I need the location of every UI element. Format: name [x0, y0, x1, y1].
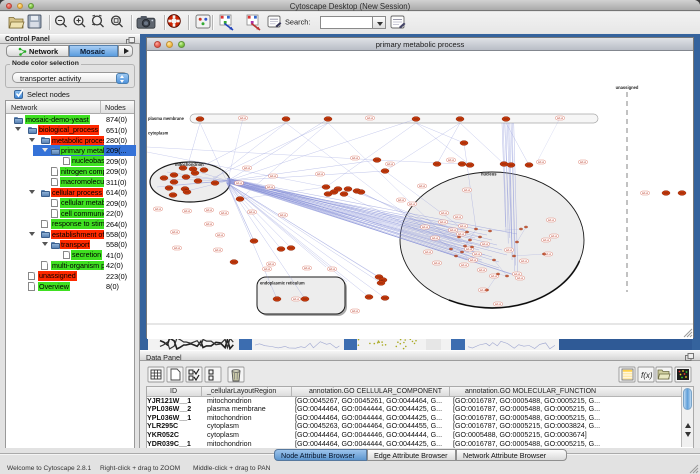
svg-text:unassigned: unassigned: [616, 85, 639, 90]
svg-text:lab.el: lab.el: [352, 156, 359, 160]
svg-text:lab.el: lab.el: [249, 210, 256, 214]
svg-text:lab.el: lab.el: [450, 228, 457, 232]
svg-text:lab.el: lab.el: [514, 272, 521, 276]
svg-text:f(x): f(x): [641, 371, 653, 380]
svg-text:lab.el: lab.el: [448, 158, 455, 162]
svg-text:lab.el: lab.el: [642, 191, 649, 195]
svg-text:lab.el: lab.el: [441, 211, 448, 215]
svg-text:lab.el: lab.el: [317, 172, 324, 176]
svg-text:lab.el: lab.el: [482, 242, 489, 246]
svg-text:lab.el: lab.el: [184, 209, 191, 213]
svg-text:mitochondrion: mitochondrion: [175, 162, 204, 167]
svg-text:lab.el: lab.el: [398, 198, 405, 202]
svg-text:lab.el: lab.el: [479, 268, 486, 272]
svg-text:lab.el: lab.el: [174, 246, 181, 250]
svg-text:lab.el: lab.el: [304, 266, 311, 270]
svg-text:cytoplasm: cytoplasm: [148, 131, 169, 136]
svg-text:lab.el: lab.el: [419, 184, 426, 188]
svg-text:lab.el: lab.el: [264, 267, 271, 271]
svg-text:lab.el: lab.el: [409, 202, 416, 206]
svg-text:lab.el: lab.el: [543, 238, 550, 242]
svg-text:lab.el: lab.el: [352, 309, 359, 313]
svg-text:lab.el: lab.el: [548, 218, 555, 222]
svg-text:lab.el: lab.el: [240, 116, 247, 120]
svg-text:lab.el: lab.el: [474, 252, 481, 256]
svg-text:lab.el: lab.el: [440, 220, 447, 224]
svg-text:lab.el: lab.el: [425, 250, 432, 254]
svg-text:lab.el: lab.el: [215, 248, 222, 252]
svg-text:lab.el: lab.el: [329, 267, 336, 271]
svg-text:lab.el: lab.el: [293, 297, 300, 301]
svg-text:lab.el: lab.el: [236, 181, 243, 185]
svg-text:lab.el: lab.el: [206, 208, 213, 212]
svg-text:lab.el: lab.el: [221, 211, 228, 215]
svg-text:lab.el: lab.el: [280, 213, 287, 217]
svg-text:lab.el: lab.el: [387, 162, 394, 166]
svg-text:lab.el: lab.el: [470, 258, 477, 262]
svg-text:lab.el: lab.el: [517, 276, 524, 280]
svg-text:lab.el: lab.el: [580, 160, 587, 164]
svg-text:lab.el: lab.el: [367, 116, 374, 120]
svg-text:lab.el: lab.el: [506, 248, 513, 252]
svg-text:lab.el: lab.el: [538, 160, 545, 164]
svg-text:lab.el: lab.el: [268, 262, 275, 266]
svg-text:lab.el: lab.el: [551, 234, 558, 238]
svg-text:nucleus: nucleus: [481, 172, 497, 177]
svg-text:lab.el: lab.el: [432, 236, 439, 240]
svg-text:lab.el: lab.el: [455, 215, 462, 219]
svg-text:Search:: Search:: [285, 18, 310, 27]
svg-text:lab.el: lab.el: [434, 261, 441, 265]
svg-text:lab.el: lab.el: [422, 225, 429, 229]
svg-text:lab.el: lab.el: [172, 230, 179, 234]
svg-text:lab.el: lab.el: [155, 207, 162, 211]
svg-text:lab.el: lab.el: [267, 185, 274, 189]
svg-text:lab.el: lab.el: [521, 259, 528, 263]
svg-text:endoplasmic reticulum: endoplasmic reticulum: [260, 281, 305, 286]
svg-text:lab.el: lab.el: [557, 116, 564, 120]
svg-text:lab.el: lab.el: [460, 224, 467, 228]
svg-text:lab.el: lab.el: [270, 174, 277, 178]
svg-text:lab.el: lab.el: [458, 232, 465, 236]
svg-text:lab.el: lab.el: [206, 222, 213, 226]
svg-text:lab.el: lab.el: [217, 233, 224, 237]
svg-text:plasma membrane: plasma membrane: [148, 116, 185, 121]
svg-text:lab.el: lab.el: [461, 263, 468, 267]
svg-text:lab.el: lab.el: [244, 166, 251, 170]
svg-text:lab.el: lab.el: [495, 302, 502, 306]
svg-text:lab.el: lab.el: [464, 188, 471, 192]
